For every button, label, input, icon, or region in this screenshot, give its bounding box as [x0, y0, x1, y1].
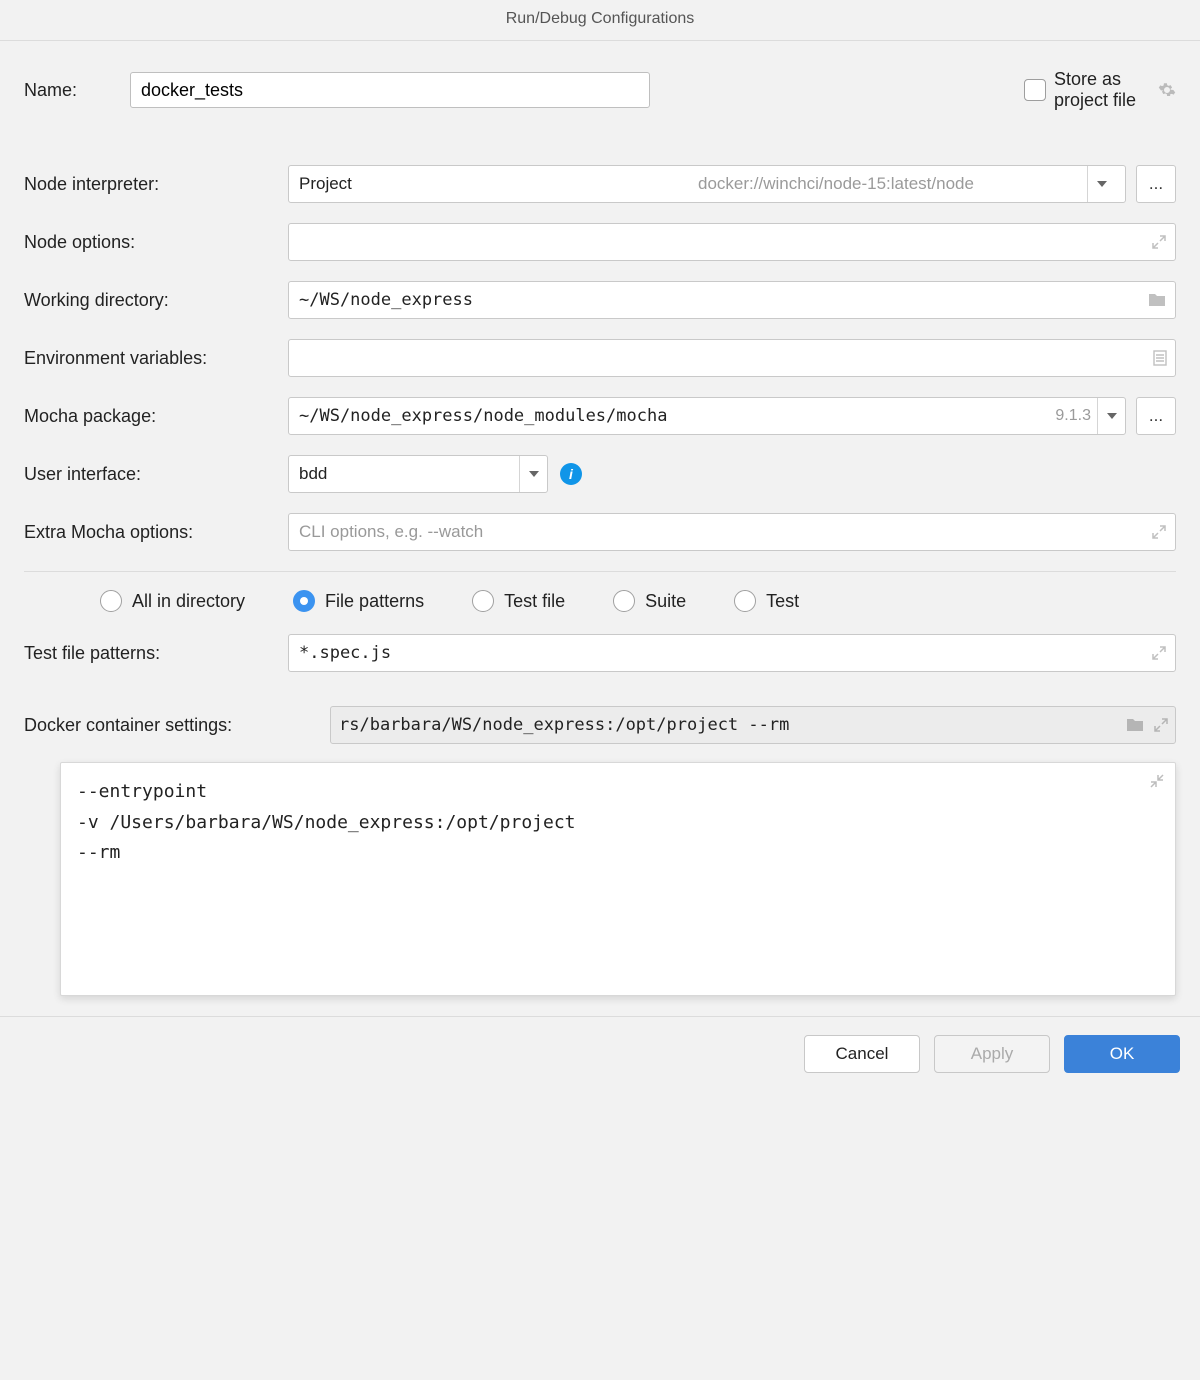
node-options-input[interactable] [288, 223, 1176, 261]
ok-button[interactable]: OK [1064, 1035, 1180, 1073]
chevron-down-icon[interactable] [1097, 398, 1125, 434]
env-vars-input[interactable] [288, 339, 1176, 377]
node-interpreter-select[interactable]: Project docker://winchci/node-15:latest/… [288, 165, 1126, 203]
expand-icon[interactable] [1151, 234, 1167, 250]
cancel-button[interactable]: Cancel [804, 1035, 920, 1073]
name-row: Name: Store as project file [24, 69, 1176, 111]
mocha-package-row: Mocha package: ~/WS/node_express/node_mo… [24, 397, 1176, 435]
scope-radio-group: All in directory File patterns Test file… [24, 590, 1176, 612]
docker-settings-row: Docker container settings: rs/barbara/WS… [24, 706, 1176, 744]
name-label: Name: [24, 80, 120, 101]
extra-mocha-row: Extra Mocha options: CLI options, e.g. -… [24, 513, 1176, 551]
gear-icon[interactable] [1158, 81, 1176, 99]
working-directory-value: ~/WS/node_express [299, 290, 1165, 310]
docker-settings-label: Docker container settings: [24, 715, 314, 736]
docker-settings-expanded-text: --entrypoint -v /Users/barbara/WS/node_e… [77, 781, 576, 863]
test-file-patterns-value: *.spec.js [299, 643, 1165, 663]
node-interpreter-row: Node interpreter: Project docker://winch… [24, 165, 1176, 203]
expand-icon[interactable] [1151, 524, 1167, 540]
user-interface-label: User interface: [24, 464, 276, 485]
radio-icon [100, 590, 122, 612]
separator [24, 571, 1176, 572]
user-interface-value: bdd [289, 464, 519, 484]
working-directory-row: Working directory: ~/WS/node_express [24, 281, 1176, 319]
name-input[interactable] [130, 72, 650, 108]
store-as-project-group: Store as project file [1024, 69, 1176, 111]
list-icon[interactable] [1153, 350, 1167, 366]
mocha-package-version: 9.1.3 [1055, 407, 1097, 425]
dialog-footer: Cancel Apply OK [0, 1016, 1200, 1091]
node-interpreter-prefix: Project [299, 174, 688, 194]
user-interface-row: User interface: bdd i [24, 455, 1176, 493]
extra-mocha-placeholder: CLI options, e.g. --watch [299, 522, 1165, 542]
radio-all-in-directory[interactable]: All in directory [100, 590, 245, 612]
radio-test[interactable]: Test [734, 590, 799, 612]
radio-label: Test file [504, 591, 565, 612]
radio-label: Suite [645, 591, 686, 612]
radio-icon [613, 590, 635, 612]
radio-test-file[interactable]: Test file [472, 590, 565, 612]
env-vars-label: Environment variables: [24, 348, 276, 369]
node-options-label: Node options: [24, 232, 276, 253]
info-icon[interactable]: i [560, 463, 582, 485]
extra-mocha-input[interactable]: CLI options, e.g. --watch [288, 513, 1176, 551]
mocha-package-label: Mocha package: [24, 406, 276, 427]
folder-icon[interactable] [1125, 717, 1145, 733]
radio-icon [734, 590, 756, 612]
radio-icon [293, 590, 315, 612]
docker-settings-expanded[interactable]: --entrypoint -v /Users/barbara/WS/node_e… [60, 762, 1176, 996]
chevron-down-icon[interactable] [519, 456, 547, 492]
node-interpreter-label: Node interpreter: [24, 174, 276, 195]
user-interface-select[interactable]: bdd [288, 455, 548, 493]
chevron-down-icon[interactable] [1087, 166, 1115, 202]
expand-icon[interactable] [1151, 645, 1167, 661]
radio-label: File patterns [325, 591, 424, 612]
radio-icon [472, 590, 494, 612]
expand-icon[interactable] [1153, 717, 1169, 733]
node-interpreter-path: docker://winchci/node-15:latest/node [698, 174, 1087, 194]
radio-label: All in directory [132, 591, 245, 612]
folder-icon[interactable] [1147, 292, 1167, 308]
dialog-content: Name: Store as project file Node interpr… [0, 41, 1200, 1016]
dialog-title: Run/Debug Configurations [0, 0, 1200, 41]
apply-button[interactable]: Apply [934, 1035, 1050, 1073]
collapse-icon[interactable] [1149, 773, 1165, 789]
store-as-project-label: Store as project file [1054, 69, 1150, 111]
mocha-package-select[interactable]: ~/WS/node_express/node_modules/mocha 9.1… [288, 397, 1126, 435]
docker-settings-input[interactable]: rs/barbara/WS/node_express:/opt/project … [330, 706, 1176, 744]
docker-settings-value: rs/barbara/WS/node_express:/opt/project … [339, 715, 789, 735]
test-file-patterns-input[interactable]: *.spec.js [288, 634, 1176, 672]
test-file-patterns-label: Test file patterns: [24, 643, 276, 664]
env-vars-row: Environment variables: [24, 339, 1176, 377]
working-directory-input[interactable]: ~/WS/node_express [288, 281, 1176, 319]
node-options-row: Node options: [24, 223, 1176, 261]
radio-suite[interactable]: Suite [613, 590, 686, 612]
mocha-package-value: ~/WS/node_express/node_modules/mocha [299, 406, 1055, 426]
radio-file-patterns[interactable]: File patterns [293, 590, 424, 612]
radio-label: Test [766, 591, 799, 612]
node-interpreter-browse-button[interactable]: ... [1136, 165, 1176, 203]
mocha-package-browse-button[interactable]: ... [1136, 397, 1176, 435]
test-file-patterns-row: Test file patterns: *.spec.js [24, 634, 1176, 672]
store-as-project-checkbox[interactable] [1024, 79, 1046, 101]
working-directory-label: Working directory: [24, 290, 276, 311]
extra-mocha-label: Extra Mocha options: [24, 522, 276, 543]
